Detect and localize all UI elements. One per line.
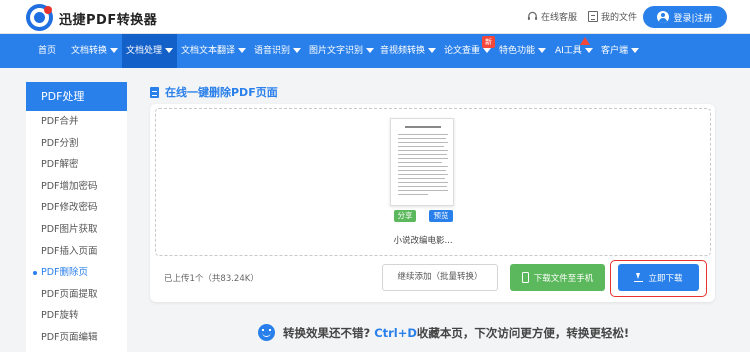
sidebar-item-pdf-rotate[interactable]: PDF旋转: [26, 305, 127, 327]
download-now-label: 立即下载: [648, 273, 683, 284]
document-icon: [588, 11, 598, 22]
headset-icon: [527, 11, 538, 20]
thumbnail-text-line: [398, 154, 447, 155]
nav-item-translate[interactable]: 文档文本翻译: [181, 34, 247, 68]
thumbnail-text-line: [398, 150, 448, 151]
sidebar-item-pdf-extract-images[interactable]: PDF图片获取: [26, 219, 127, 241]
thumbnail-text-line: [398, 174, 448, 175]
login-register-label: 登录|注册: [673, 13, 713, 24]
thumbnail-text-line: [398, 134, 448, 135]
thumbnail-text-line: [398, 170, 446, 171]
nav-item-doc-process[interactable]: 文档处理: [122, 34, 178, 68]
thumbnail-title-line: [405, 126, 441, 128]
nav-item-features[interactable]: 特色功能: [499, 34, 547, 68]
nav-label: 文档转换: [71, 46, 108, 56]
phone-icon: [521, 272, 529, 283]
thumbnail-text-line: [398, 178, 445, 179]
upload-status: 已上传1个（共83.24K）: [164, 274, 259, 284]
sidebar-item-pdf-page-edit[interactable]: PDF页面编辑: [26, 327, 127, 349]
my-files-label: 我的文件: [601, 13, 638, 23]
nav-item-ocr[interactable]: 图片文字识别: [309, 34, 375, 68]
chevron-down-icon: [293, 48, 302, 53]
nav-label: 首页: [38, 46, 57, 56]
chevron-down-icon: [538, 48, 547, 53]
thumbnail-text-line: [398, 194, 428, 195]
main-nav: 首页 文档转换 文档处理 文档文本翻译 语音识别 图片文字识别 音视频转换 论文…: [0, 34, 750, 68]
customer-service-label: 在线客服: [541, 13, 578, 23]
chevron-down-icon: [165, 48, 174, 53]
thumbnail-text-line: [398, 158, 448, 159]
customer-service-link[interactable]: 在线客服: [527, 10, 577, 23]
chevron-down-icon: [483, 48, 492, 53]
sidebar-item-pdf-split[interactable]: PDF分割: [26, 133, 127, 155]
tip-shortcut: Ctrl+D: [374, 325, 417, 340]
bookmark-tip: 转换效果还不错? Ctrl+D收藏本页，下次访问更方便，转换更轻松!: [258, 324, 629, 341]
my-files-link[interactable]: 我的文件: [588, 10, 637, 23]
chevron-down-icon: [110, 48, 119, 53]
page-title: 在线一键删除PDF页面: [150, 84, 278, 100]
sidebar-item-pdf-page-extract[interactable]: PDF页面提取: [26, 284, 127, 306]
nav-label: 音视频转换: [380, 46, 426, 56]
file-thumbnail[interactable]: [390, 118, 454, 206]
top-header: 迅捷PDF转换器 在线客服 我的文件 登录|注册: [0, 0, 750, 34]
download-to-phone-label: 下载文件至手机: [533, 273, 594, 284]
chevron-down-icon: [238, 48, 247, 53]
sidebar-item-pdf-add-password[interactable]: PDF增加密码: [26, 176, 127, 198]
nav-label: 图片文字识别: [309, 46, 364, 56]
thumbnail-text-line: [398, 186, 447, 187]
nav-label: 语音识别: [254, 46, 291, 56]
continue-add-button[interactable]: 继续添加（批量转换）: [382, 264, 498, 291]
nav-label: 论文查重: [444, 46, 481, 56]
chevron-down-icon: [631, 48, 640, 53]
page-title-text: 在线一键删除PDF页面: [165, 86, 278, 99]
file-name: 小说改编电影...: [393, 236, 453, 246]
smile-icon: [258, 324, 275, 341]
sidebar: PDF处理 PDF合并 PDF分割 PDF解密 PDF增加密码 PDF修改密码 …: [26, 82, 127, 352]
preview-button[interactable]: 预览: [429, 210, 453, 222]
login-register-button[interactable]: 登录|注册: [643, 6, 727, 28]
sidebar-header: PDF处理: [26, 82, 127, 111]
thumbnail-text-line: [398, 138, 446, 139]
nav-label: 文档处理: [126, 46, 163, 56]
nav-item-home[interactable]: 首页: [38, 34, 56, 68]
tip-prefix: 转换效果还不错?: [283, 325, 371, 340]
sidebar-item-pdf-insert-page[interactable]: PDF插入页面: [26, 241, 127, 263]
nav-item-av-convert[interactable]: 音视频转换: [380, 34, 437, 68]
nav-label: 特色功能: [499, 46, 536, 56]
download-icon: [634, 272, 644, 283]
share-button[interactable]: 分享: [394, 210, 416, 222]
thumbnail-text-line: [398, 166, 448, 167]
nav-label: 客户端: [601, 46, 629, 56]
download-now-button[interactable]: 立即下载: [618, 264, 699, 291]
thumbnail-text-line: [398, 190, 448, 191]
nav-item-doc-convert[interactable]: 文档转换: [71, 34, 119, 68]
nav-label: AI工具: [555, 46, 582, 56]
sidebar-item-pdf-merge[interactable]: PDF合并: [26, 111, 127, 133]
brand-name[interactable]: 迅捷PDF转换器: [59, 9, 157, 28]
document-icon: [150, 86, 159, 98]
thumbnail-text-line: [398, 142, 448, 143]
thumbnail-text-line: [398, 146, 444, 147]
chevron-down-icon: [584, 48, 593, 53]
nav-item-speech[interactable]: 语音识别: [254, 34, 302, 68]
chevron-down-icon: [366, 48, 375, 53]
thumbnail-text-line: [398, 162, 442, 163]
user-icon: [657, 11, 670, 23]
sidebar-item-pdf-delete-page[interactable]: PDF删除页: [26, 262, 127, 284]
sidebar-item-pdf-change-password[interactable]: PDF修改密码: [26, 197, 127, 219]
thumbnail-text-line: [398, 182, 448, 183]
nav-item-client[interactable]: 客户端: [601, 34, 640, 68]
new-badge: 新: [482, 36, 495, 48]
download-to-phone-button[interactable]: 下载文件至手机: [510, 264, 605, 291]
tip-suffix: 收藏本页，下次访问更方便，转换更轻松!: [416, 325, 630, 340]
logo-accent: [44, 6, 52, 14]
hot-icon: [580, 37, 590, 45]
sidebar-item-pdf-decrypt[interactable]: PDF解密: [26, 154, 127, 176]
chevron-down-icon: [428, 48, 437, 53]
nav-label: 文档文本翻译: [181, 46, 236, 56]
